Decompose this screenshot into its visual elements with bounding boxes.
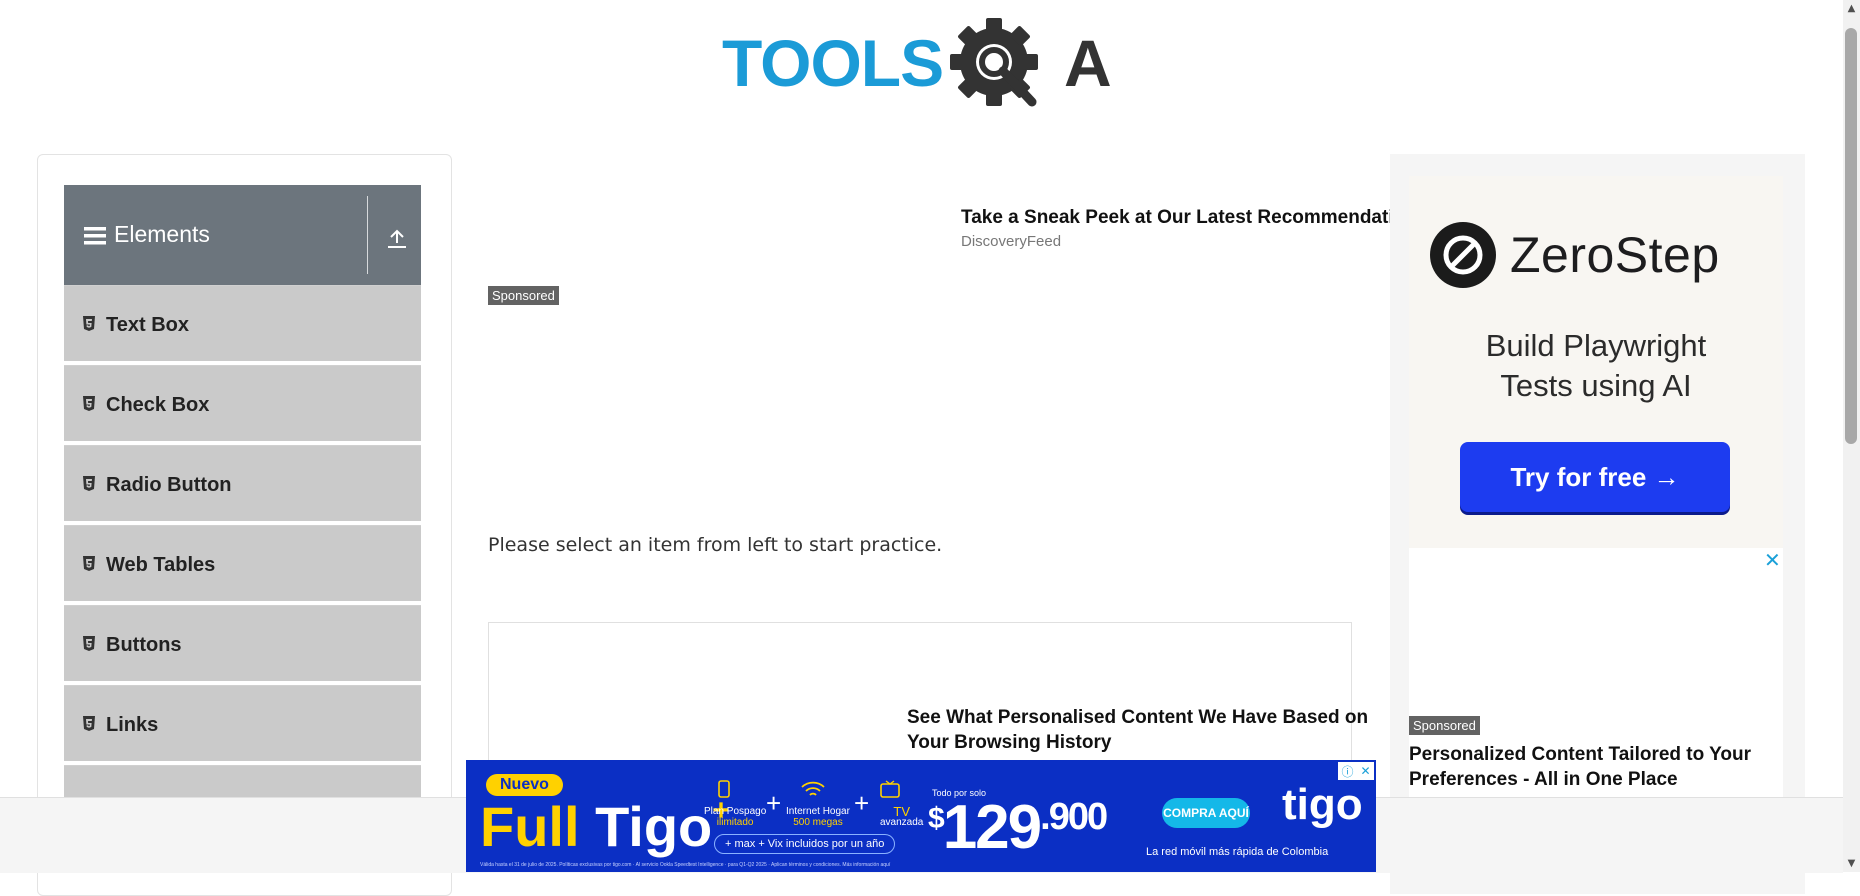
tv-line-1: TV <box>893 804 910 819</box>
tigo-banner-ad[interactable]: Nuevo Full Tigo+ Plan Pospago ilimitado … <box>466 760 1376 872</box>
plan-item: Plan Pospago ilimitado <box>704 780 767 828</box>
html5-icon <box>83 396 95 411</box>
zerostep-headline: Build Playwright Tests using AI <box>1409 326 1783 406</box>
gear-magnifier-icon <box>950 18 1038 107</box>
plan-line-1: Plan Pospago <box>704 806 767 817</box>
zerostep-brand: ZeroStep <box>1510 227 1720 283</box>
html5-icon <box>83 476 95 491</box>
sidebar-item-label: Web Tables <box>106 554 216 576</box>
phone-icon <box>718 780 730 798</box>
logo-text-a: A <box>1064 26 1112 100</box>
tv-line-2: avanzada <box>880 817 924 828</box>
ad-mid-title[interactable]: See What Personalised Content We Have Ba… <box>907 705 1407 755</box>
html5-icon <box>83 316 95 331</box>
sidebar-item-buttons[interactable]: Buttons <box>64 605 421 683</box>
sidebar-item-label: Text Box <box>106 314 189 336</box>
sidebar-item-label: Check Box <box>106 394 210 416</box>
bars-icon <box>84 227 106 245</box>
scroll-up-arrow-icon[interactable]: ▲ <box>1843 0 1860 17</box>
plus-sign: + <box>854 788 870 818</box>
full-tigo-title: Full Tigo+ <box>480 794 730 859</box>
tv-item: TV avanzada <box>880 780 924 828</box>
ad-top-source[interactable]: DiscoveryFeed <box>961 233 1061 250</box>
full-word: Full <box>480 795 580 858</box>
close-icon[interactable]: ✕ <box>1360 764 1370 778</box>
scroll-down-arrow-icon[interactable]: ▼ <box>1843 855 1860 872</box>
scrollbar-thumb[interactable] <box>1845 28 1857 444</box>
sidebar-item-links[interactable]: Links <box>64 685 421 763</box>
info-icon[interactable]: ⓘ <box>1341 763 1353 780</box>
html5-icon <box>83 716 95 731</box>
tigo-logo: tigo <box>1282 780 1363 829</box>
ad-top-title[interactable]: Take a Sneak Peek at Our Latest Recommen… <box>961 207 1391 229</box>
sidebar-item-check-box[interactable]: Check Box <box>64 365 421 443</box>
zerostep-logo-icon <box>1430 222 1496 288</box>
tigo-tagline: La red móvil más rápida de Colombia <box>1146 846 1329 858</box>
try-for-free-button[interactable]: Try for free → <box>1460 442 1730 512</box>
sidebar-item-label: Buttons <box>106 634 182 656</box>
sidebar-item-label: Radio Button <box>106 474 232 496</box>
internet-line-1: Internet Hogar <box>786 806 850 817</box>
internet-item: Internet Hogar 500 megas <box>786 781 850 828</box>
toolsqa-logo[interactable]: TOOLS A <box>722 18 1124 114</box>
adchoices[interactable]: ⓘ ✕ <box>1338 762 1374 780</box>
wifi-icon <box>801 781 825 796</box>
headline-line-1: Build Playwright <box>1485 328 1707 363</box>
price-cents: .900 <box>1040 796 1108 838</box>
price-main: 129 <box>942 793 1042 862</box>
sponsored-badge: Sponsored <box>1409 716 1480 735</box>
price: $129.900 <box>928 792 1108 863</box>
elements-group-header[interactable]: Elements <box>64 185 421 285</box>
logo-text-tools: TOOLS <box>722 26 943 100</box>
headline-line-2: Tests using AI <box>1500 368 1692 403</box>
html5-icon <box>83 636 95 651</box>
header-separator <box>367 196 368 274</box>
sidebar-item-text-box[interactable]: Text Box <box>64 285 421 363</box>
fine-print: Válida hasta el 31 de julio de 2025. Pol… <box>480 862 891 868</box>
close-icon[interactable]: ✕ <box>1764 548 1781 572</box>
nuevo-badge: Nuevo <box>486 774 563 796</box>
tigo-word: Tigo <box>595 795 713 858</box>
sidebar-item-label: Links <box>106 714 159 736</box>
html5-icon <box>83 556 95 571</box>
sidebar-item-web-tables[interactable]: Web Tables <box>64 525 421 603</box>
sidebar-item-radio-button[interactable]: Radio Button <box>64 445 421 523</box>
included-services: + max + Vix incluidos por un año <box>714 834 896 854</box>
sponsored-badge: Sponsored <box>488 286 559 305</box>
ad-right-title[interactable]: Personalized Content Tailored to Your Pr… <box>1409 742 1789 792</box>
upload-icon[interactable] <box>386 227 408 249</box>
tv-icon <box>880 780 900 798</box>
plan-line-2: ilimitado <box>716 817 754 828</box>
internet-line-2: 500 megas <box>793 817 843 828</box>
price-currency: $ <box>928 802 945 835</box>
group-title: Elements <box>114 221 210 247</box>
compra-aqui-button[interactable]: COMPRA AQUÍ <box>1162 798 1250 828</box>
plus-sign: + <box>766 788 782 818</box>
instruction-text: Please select an item from left to start… <box>488 534 943 556</box>
